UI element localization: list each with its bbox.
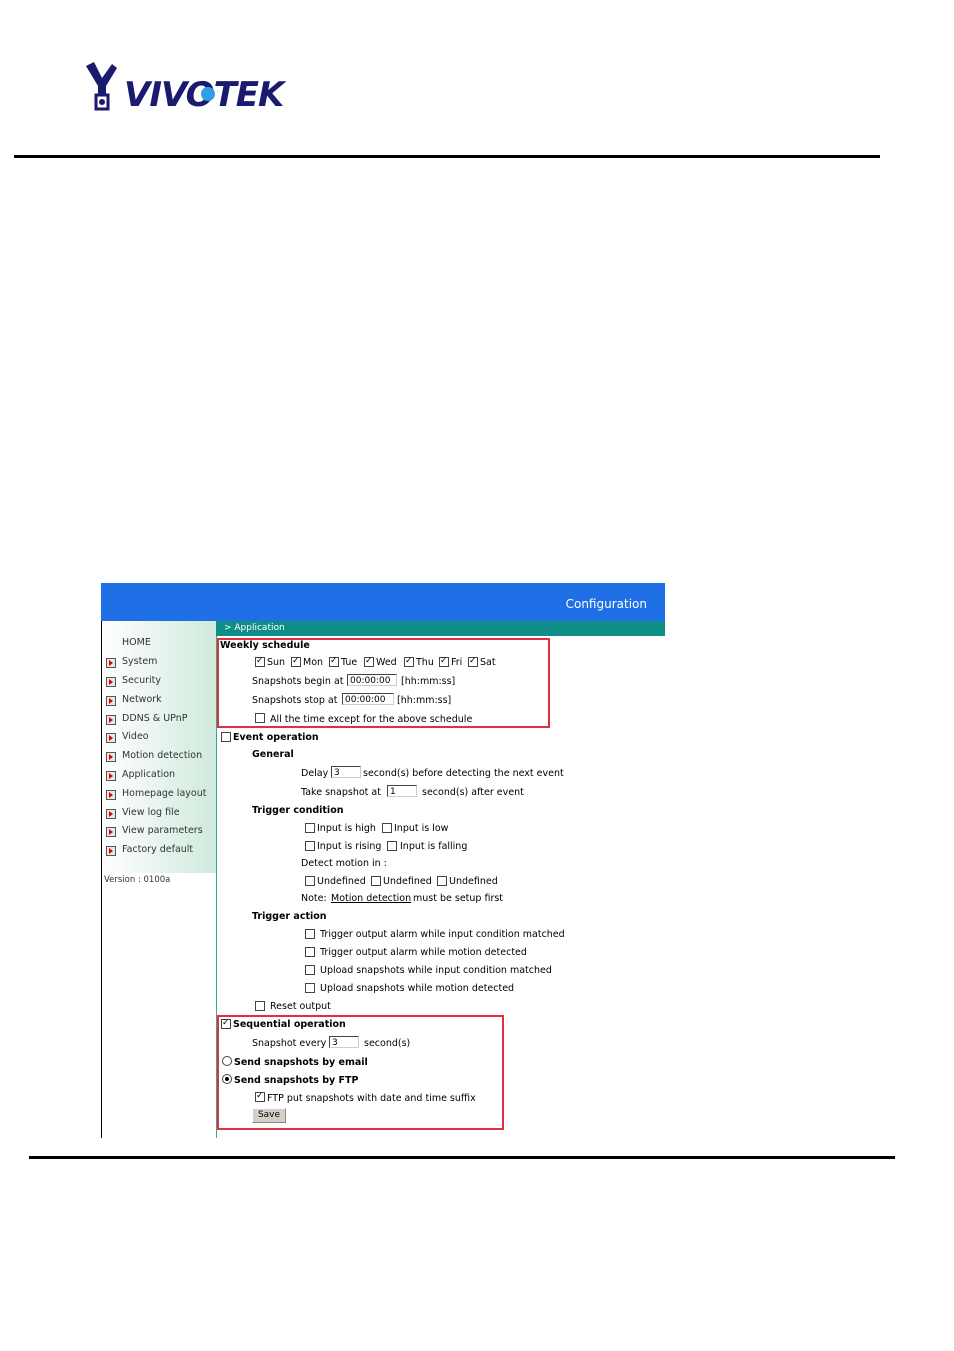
version-label: Version : 0100a bbox=[104, 875, 171, 885]
arrow-icon bbox=[106, 696, 116, 706]
event-operation-checkbox[interactable] bbox=[221, 732, 231, 742]
general-heading: General bbox=[252, 749, 294, 760]
detect-motion-label: Detect motion in : bbox=[301, 858, 387, 869]
config-screenshot: Configuration HOME System Security Netwo… bbox=[101, 583, 665, 1138]
reset-output-label: Reset output bbox=[270, 1001, 331, 1012]
sidebar-item-homepage-layout[interactable]: Homepage layout bbox=[102, 787, 214, 803]
arrow-icon bbox=[106, 809, 116, 819]
undefined-window-1-label: Undefined bbox=[317, 876, 366, 887]
bottom-rule bbox=[29, 1156, 895, 1160]
arrow-icon bbox=[106, 658, 116, 668]
action-alarm-motion-checkbox[interactable] bbox=[305, 947, 315, 957]
action-upload-input-checkbox[interactable] bbox=[305, 965, 315, 975]
delay-suffix: second(s) before detecting the next even… bbox=[363, 768, 564, 779]
undefined-window-1-checkbox[interactable] bbox=[305, 876, 315, 886]
sidebar-item-video[interactable]: Video bbox=[102, 730, 214, 746]
action-alarm-input-label: Trigger output alarm while input conditi… bbox=[320, 929, 565, 940]
delay-input[interactable]: 3 bbox=[331, 766, 361, 778]
trigger-action-heading: Trigger action bbox=[252, 911, 327, 922]
sidebar-item-view-parameters[interactable]: View parameters bbox=[102, 824, 214, 840]
action-upload-motion-checkbox[interactable] bbox=[305, 983, 315, 993]
reset-output-checkbox[interactable] bbox=[255, 1001, 265, 1011]
input-high-checkbox[interactable] bbox=[305, 823, 315, 833]
arrow-icon bbox=[106, 790, 116, 800]
breadcrumb-bar: > Application bbox=[216, 621, 665, 636]
take-snapshot-label: Take snapshot at bbox=[301, 787, 381, 798]
highlight-weekly-schedule bbox=[217, 638, 550, 728]
input-high-label: Input is high bbox=[317, 823, 376, 834]
note-prefix: Note: bbox=[301, 893, 327, 904]
motion-detection-link[interactable]: Motion detection bbox=[331, 893, 411, 904]
arrow-icon bbox=[106, 846, 116, 856]
arrow-icon bbox=[106, 752, 116, 762]
arrow-icon bbox=[106, 715, 116, 725]
sidebar-item-factory-default[interactable]: Factory default bbox=[102, 843, 214, 859]
arrow-icon bbox=[106, 827, 116, 837]
action-alarm-motion-label: Trigger output alarm while motion detect… bbox=[320, 947, 527, 958]
sidebar-item-ddns-upnp[interactable]: DDNS & UPnP bbox=[102, 712, 214, 728]
vivotek-logo: VIVOTEK bbox=[86, 62, 288, 112]
note-suffix: must be setup first bbox=[413, 893, 504, 904]
banner: Configuration bbox=[101, 583, 665, 621]
action-alarm-input-checkbox[interactable] bbox=[305, 929, 315, 939]
take-snapshot-input[interactable]: 1 bbox=[387, 785, 417, 797]
sidebar-item-view-log-file[interactable]: View log file bbox=[102, 806, 214, 822]
highlight-sequential-operation bbox=[217, 1015, 504, 1130]
sidebar-item-motion-detection[interactable]: Motion detection bbox=[102, 749, 214, 765]
input-low-checkbox[interactable] bbox=[382, 823, 392, 833]
input-rising-checkbox[interactable] bbox=[305, 841, 315, 851]
breadcrumb: > Application bbox=[224, 623, 285, 633]
undefined-window-2-checkbox[interactable] bbox=[371, 876, 381, 886]
arrow-icon bbox=[106, 677, 116, 687]
input-low-label: Input is low bbox=[394, 823, 449, 834]
take-snapshot-suffix: second(s) after event bbox=[422, 787, 524, 798]
delay-label: Delay bbox=[301, 768, 329, 779]
input-falling-label: Input is falling bbox=[400, 841, 468, 852]
sidebar-item-network[interactable]: Network bbox=[102, 693, 214, 709]
top-rule bbox=[14, 155, 880, 159]
arrow-icon bbox=[106, 771, 116, 781]
action-upload-input-label: Upload snapshots while input condition m… bbox=[320, 965, 552, 976]
event-operation-title: Event operation bbox=[233, 732, 319, 743]
action-upload-motion-label: Upload snapshots while motion detected bbox=[320, 983, 515, 994]
sidebar-item-system[interactable]: System bbox=[102, 655, 214, 671]
main-panel: > Application Weekly schedule Sun Mon Tu… bbox=[216, 621, 665, 1138]
undefined-window-3-checkbox[interactable] bbox=[437, 876, 447, 886]
input-rising-label: Input is rising bbox=[317, 841, 382, 852]
trigger-condition-heading: Trigger condition bbox=[252, 805, 344, 816]
undefined-window-2-label: Undefined bbox=[383, 876, 432, 887]
undefined-window-3-label: Undefined bbox=[449, 876, 498, 887]
sidebar: HOME System Security Network DDNS & UPnP… bbox=[101, 621, 217, 1138]
arrow-icon bbox=[106, 733, 116, 743]
sidebar-item-security[interactable]: Security bbox=[102, 674, 214, 690]
sidebar-item-application[interactable]: Application bbox=[102, 768, 214, 784]
banner-title: Configuration bbox=[565, 597, 647, 611]
input-falling-checkbox[interactable] bbox=[387, 841, 397, 851]
sidebar-home-link[interactable]: HOME bbox=[122, 637, 151, 648]
